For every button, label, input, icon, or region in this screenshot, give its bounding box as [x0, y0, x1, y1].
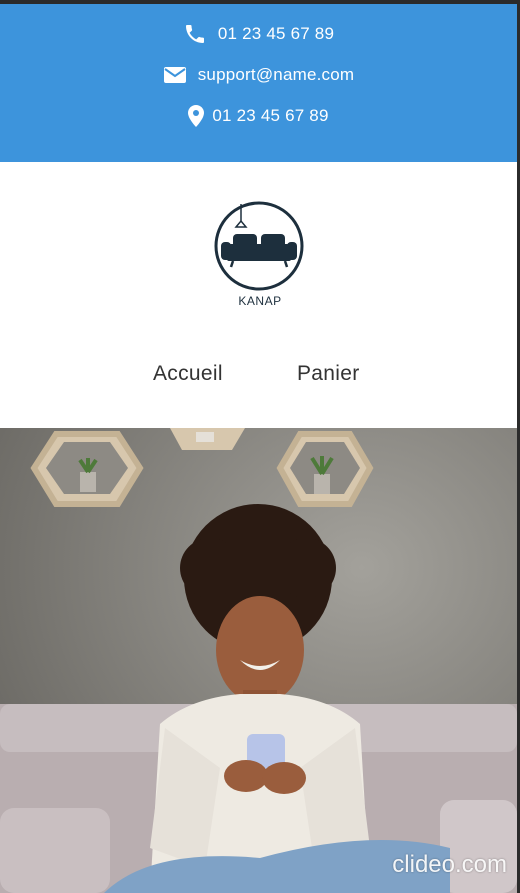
contact-address-text: 01 23 45 67 89 [212, 106, 329, 125]
site-header: KANAP Accueil Panier [0, 162, 517, 428]
hero-banner: clideo.com [0, 428, 517, 893]
contact-phone-text: 01 23 45 67 89 [217, 24, 335, 43]
contact-address[interactable]: 01 23 45 67 89 [0, 102, 517, 130]
contact-email-text: support@name.com [197, 65, 355, 84]
main-nav: Accueil Panier [0, 362, 517, 392]
hero-photo [0, 428, 517, 893]
contact-phone[interactable]: 01 23 45 67 89 [0, 20, 517, 48]
sofa-lamp-logo[interactable] [213, 200, 305, 292]
nav-cart-link[interactable]: Panier [297, 362, 360, 386]
brand-name: KANAP [238, 294, 282, 308]
nav-home-link[interactable]: Accueil [153, 362, 223, 386]
contact-email[interactable]: support@name.com [0, 61, 517, 89]
page: 01 23 45 67 89 support@name.com 01 23 45… [0, 4, 517, 893]
watermark-text: clideo.com [392, 851, 507, 878]
envelope-icon [163, 65, 187, 85]
contact-bar: 01 23 45 67 89 support@name.com 01 23 45… [0, 4, 517, 162]
phone-icon [183, 22, 207, 46]
map-pin-icon [188, 105, 205, 127]
